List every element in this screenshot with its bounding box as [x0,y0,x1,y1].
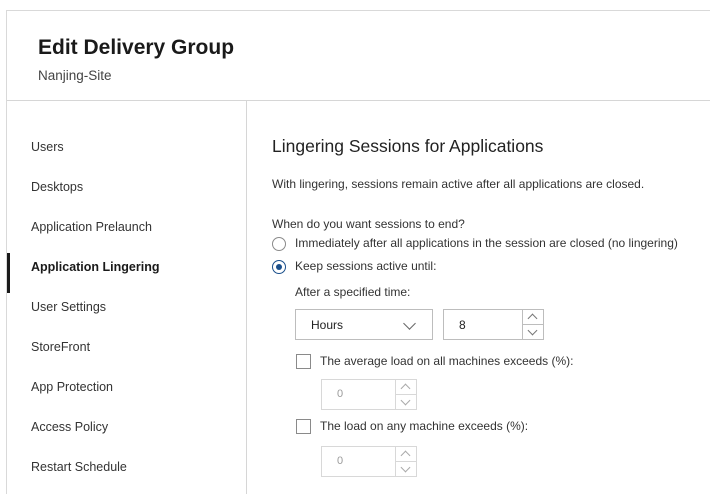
chevron-down-icon [403,317,416,330]
dialog-header: Edit Delivery Group Nanjing-Site [7,11,710,101]
average-load-value: 0 [337,388,344,400]
sidebar-item-restart-schedule[interactable]: Restart Schedule [7,447,246,487]
stepper-buttons [522,310,543,339]
sidebar-item-label: App Protection [31,380,113,394]
page-subtitle: Nanjing-Site [38,68,112,83]
time-value: 8 [459,318,466,332]
machine-load-label[interactable]: The load on any machine exceeds (%): [320,419,528,433]
chevron-up-icon[interactable] [396,447,416,462]
sidebar-item-storefront[interactable]: StoreFront [7,327,246,367]
dialog: Edit Delivery Group Nanjing-Site Users D… [6,10,710,494]
sidebar-item-application-prelaunch[interactable]: Application Prelaunch [7,207,246,247]
chevron-up-icon[interactable] [396,380,416,395]
main-content: Lingering Sessions for Applications With… [248,101,710,494]
average-load-stepper[interactable]: 0 [321,379,417,410]
sidebar-item-label: Access Policy [31,420,109,434]
stepper-buttons [395,447,416,476]
page-title: Edit Delivery Group [38,36,235,59]
sidebar-item-application-lingering[interactable]: Application Lingering [7,247,246,293]
sidebar-item-user-settings[interactable]: User Settings [7,287,246,327]
chevron-up-icon[interactable] [523,310,543,325]
radio-no-lingering[interactable] [272,237,286,251]
sidebar-item-users[interactable]: Users [7,127,246,167]
chevron-down-icon[interactable] [523,325,543,340]
machine-load-stepper[interactable]: 0 [321,446,417,477]
sidebar-item-label: Restart Schedule [31,460,127,474]
section-description: With lingering, sessions remain active a… [272,177,645,191]
time-value-stepper[interactable]: 8 [443,309,544,340]
stepper-buttons [395,380,416,409]
sidebar-item-label: StoreFront [31,340,91,354]
sidebar: Users Desktops Application Prelaunch App… [7,101,247,494]
sidebar-item-access-policy[interactable]: Access Policy [7,407,246,447]
radio-no-lingering-label[interactable]: Immediately after all applications in th… [295,236,678,250]
section-title: Lingering Sessions for Applications [272,136,544,156]
sidebar-item-label: Application Lingering [31,260,160,274]
sidebar-item-label: Application Prelaunch [31,220,152,234]
chevron-down-icon[interactable] [396,462,416,477]
sidebar-item-app-protection[interactable]: App Protection [7,367,246,407]
average-load-label[interactable]: The average load on all machines exceeds… [320,354,573,368]
specified-time-label: After a specified time: [295,285,411,299]
average-load-checkbox[interactable] [296,354,311,369]
time-unit-select[interactable]: Hours [295,309,433,340]
machine-load-value: 0 [337,455,344,467]
sidebar-item-desktops[interactable]: Desktops [7,167,246,207]
radio-keep-active[interactable] [272,260,286,274]
sidebar-item-label: Desktops [31,180,84,194]
machine-load-checkbox[interactable] [296,419,311,434]
sidebar-item-label: User Settings [31,300,107,314]
radio-keep-active-label[interactable]: Keep sessions active until: [295,259,436,273]
chevron-down-icon[interactable] [396,395,416,410]
time-unit-value: Hours [311,318,344,332]
question-label: When do you want sessions to end? [272,217,465,231]
sidebar-item-label: Users [31,140,64,154]
